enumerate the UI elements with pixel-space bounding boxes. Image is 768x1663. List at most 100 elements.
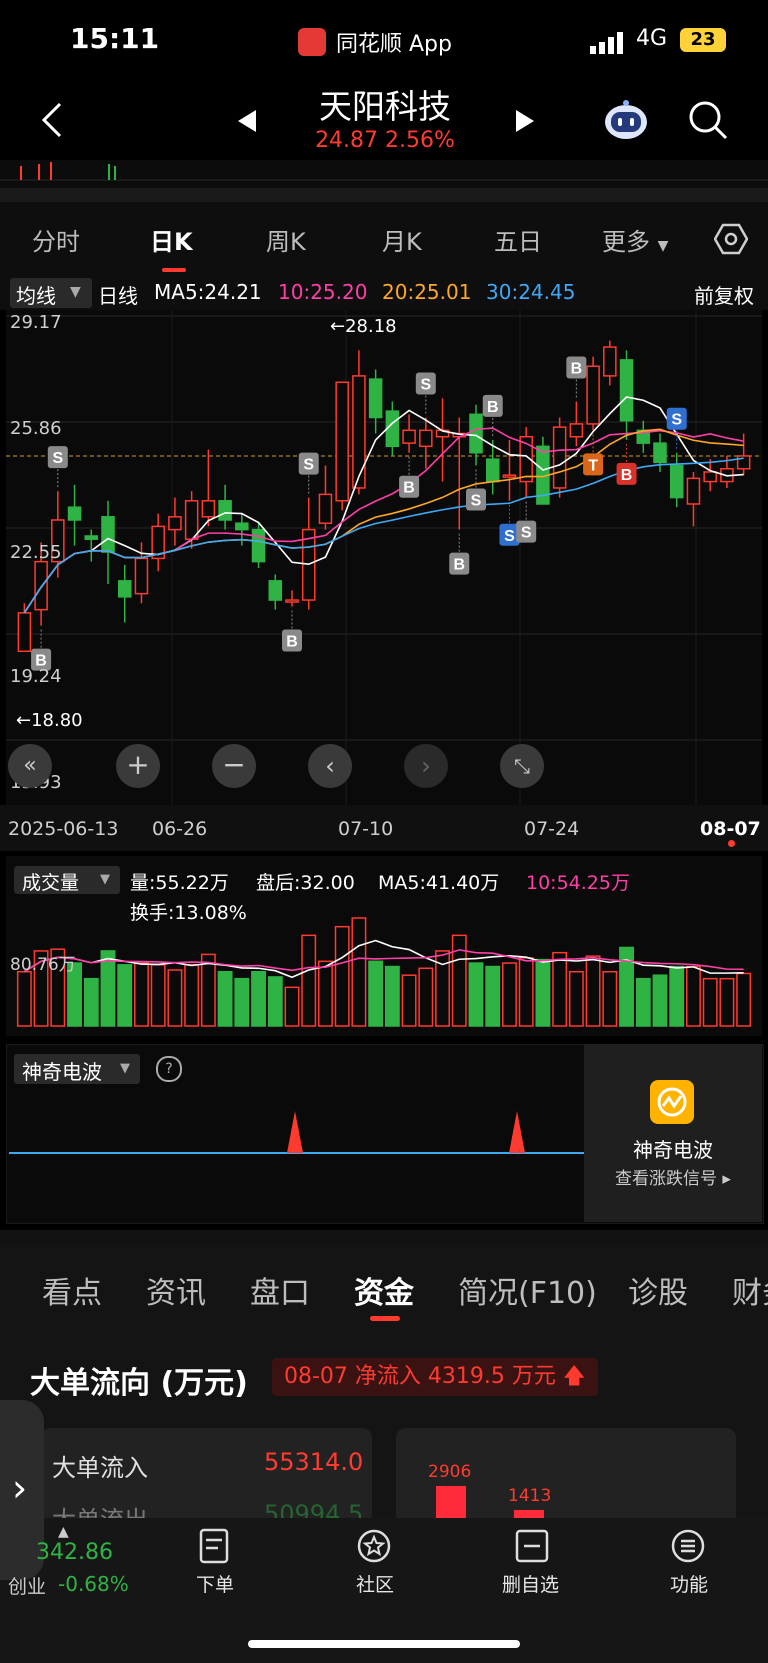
signal-label: S — [504, 528, 515, 545]
scroll-right-icon[interactable]: › — [404, 744, 448, 788]
volume-bar — [669, 965, 685, 1027]
candle-body — [686, 477, 701, 505]
tab-more[interactable]: 更多 ▼ — [602, 222, 668, 257]
volume-bar — [686, 965, 701, 1027]
dock-order-label[interactable]: 下单 — [196, 1570, 234, 1597]
zoom-in-icon[interactable]: + — [116, 744, 160, 788]
x-tick-3: 07-10 — [338, 818, 394, 840]
previous-stock-icon[interactable] — [234, 108, 260, 134]
ma-selector-label: 均线 — [16, 284, 56, 308]
tab-daily-k[interactable]: 日K — [150, 222, 193, 257]
caret-right-icon: ▸ — [722, 1169, 731, 1189]
section-gap-2 — [0, 1230, 768, 1246]
fullscreen-icon[interactable]: ⤡ — [500, 744, 544, 788]
order-icon[interactable] — [196, 1528, 232, 1564]
collapse-chart-icon[interactable]: « — [8, 744, 52, 788]
index-change: -0.68% — [58, 1572, 129, 1596]
tab-news[interactable]: 资讯 — [146, 1268, 206, 1312]
home-indicator — [248, 1640, 520, 1648]
candle-body — [235, 522, 249, 531]
candle-body — [469, 413, 483, 454]
tab-weekly-k[interactable]: 周K — [266, 222, 306, 257]
candle-body — [117, 580, 132, 598]
tab-highlights[interactable]: 看点 — [42, 1268, 102, 1312]
signal-label: T — [588, 457, 598, 474]
help-icon[interactable]: ? — [156, 1056, 182, 1082]
flow-title: 大单流向 (万元) — [30, 1366, 248, 1401]
volume-bar — [635, 977, 651, 1027]
volume-bar — [368, 960, 384, 1027]
dock-remove-watchlist-label[interactable]: 删自选 — [502, 1570, 559, 1597]
menu-icon[interactable] — [670, 1528, 706, 1564]
volume-bar — [200, 953, 216, 1027]
volume-bar — [468, 962, 484, 1027]
assistant-robot-icon[interactable] — [602, 96, 650, 144]
candle-body — [619, 359, 634, 422]
y-tick-4: 19.24 — [10, 666, 62, 687]
signal-label: S — [671, 412, 682, 429]
volume-bar — [134, 962, 149, 1027]
volume-bar — [284, 986, 300, 1027]
tab-monthly-k[interactable]: 月K — [382, 222, 422, 257]
chart-settings-icon[interactable] — [714, 222, 748, 256]
volume-bar — [552, 951, 568, 1027]
kline-chart[interactable]: SBBSBSBSBSSBTBS — [6, 310, 762, 805]
candle-body — [134, 557, 149, 595]
tab-finance[interactable]: 财务 — [732, 1268, 768, 1312]
x-tick-2: 06-26 — [152, 818, 208, 840]
ma-selector-chevron-icon: ▼ — [70, 284, 81, 300]
remove-watchlist-icon[interactable] — [514, 1528, 550, 1564]
next-stock-icon[interactable] — [512, 108, 538, 134]
zoom-out-icon[interactable]: − — [212, 744, 256, 788]
tab-orderbook[interactable]: 盘口 — [250, 1268, 310, 1312]
candle-body — [569, 423, 584, 438]
magic-wave-card[interactable] — [584, 1044, 762, 1222]
tab-five-day[interactable]: 五日 — [494, 222, 542, 257]
high-annotation: ←28.18 — [330, 316, 397, 337]
candle-body — [168, 516, 182, 531]
status-time: 15:11 — [70, 22, 160, 55]
volume-bar — [535, 958, 551, 1027]
index-label: 创业 — [8, 1576, 47, 1598]
tab-capital[interactable]: 资金 — [354, 1268, 414, 1312]
community-icon[interactable] — [356, 1528, 392, 1564]
candle-body — [653, 442, 667, 464]
scroll-left-icon[interactable]: ‹ — [308, 744, 352, 788]
volume-bar — [518, 957, 534, 1027]
volume-ma10-line — [23, 949, 744, 973]
net-inflow-text: 08-07 净流入 4319.5 万元 — [284, 1364, 556, 1389]
dock-function-label[interactable]: 功能 — [670, 1570, 708, 1597]
candle-body — [67, 506, 82, 521]
tab-intraday[interactable]: 分时 — [32, 222, 80, 257]
signal-label: S — [420, 377, 431, 394]
dock-community-label[interactable]: 社区 — [356, 1570, 394, 1597]
candle-body — [285, 599, 299, 603]
candle-body — [352, 375, 366, 489]
candle-body — [101, 516, 115, 553]
stock-name: 天阳科技 — [319, 87, 451, 126]
candle-body — [34, 560, 48, 611]
adjust-mode[interactable]: 前复权 — [694, 280, 754, 309]
candle-body — [552, 426, 567, 489]
tab-profile[interactable]: 简况(F10) — [458, 1268, 597, 1312]
candle-body — [669, 464, 684, 499]
y-tick-2: 25.86 — [10, 418, 62, 439]
candle-body — [703, 471, 717, 483]
candle-body — [419, 429, 433, 448]
volume-bar — [568, 970, 584, 1027]
candle-body — [251, 528, 266, 563]
tab-diagnosis[interactable]: 诊股 — [628, 1268, 688, 1312]
back-icon[interactable] — [38, 100, 68, 140]
volume-ma5: MA5:41.40万 — [378, 872, 500, 894]
volume-bar — [318, 960, 333, 1027]
signal-icon — [590, 32, 623, 54]
search-icon[interactable] — [686, 98, 730, 142]
big-inflow-label: 大单流入 — [52, 1454, 148, 1482]
y-tick-3: 22.55 — [10, 542, 62, 563]
candle-body — [736, 455, 751, 470]
candle-body — [218, 500, 232, 521]
wave-logo-icon — [650, 1080, 694, 1124]
volume-title: 成交量 — [22, 872, 80, 894]
volume-bar — [334, 925, 350, 1027]
volume-bar — [401, 974, 417, 1027]
